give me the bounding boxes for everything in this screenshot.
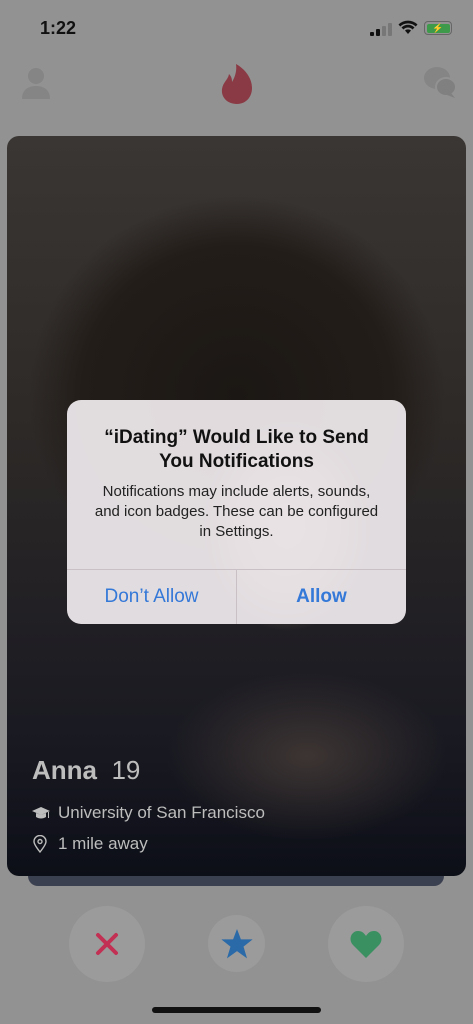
- profile-school: University of San Francisco: [58, 803, 265, 822]
- messages-icon[interactable]: [423, 66, 457, 100]
- profile-distance: 1 mile away: [58, 834, 148, 853]
- profile-name-age: Anna 19: [32, 755, 140, 786]
- status-time: 1:22: [40, 18, 77, 38]
- nope-button[interactable]: [69, 906, 145, 982]
- notification-permission-alert: “iDating” Would Like to Send You Notific…: [67, 400, 406, 624]
- dont-allow-button[interactable]: Don’t Allow: [67, 570, 236, 624]
- heart-icon: [350, 931, 382, 958]
- close-x-icon: [96, 933, 118, 955]
- profile-name: Anna: [32, 755, 97, 785]
- home-indicator[interactable]: [152, 1007, 321, 1013]
- graduation-cap-icon: [32, 807, 50, 819]
- cellular-signal-icon: [370, 23, 392, 36]
- wifi-icon: [398, 20, 418, 34]
- profile-age: 19: [111, 755, 141, 785]
- status-bar: 1:22 ⚡: [0, 0, 473, 56]
- profile-distance-row: 1 mile away: [32, 834, 148, 854]
- star-icon: [220, 928, 253, 958]
- alert-title: “iDating” Would Like to Send You Notific…: [104, 427, 369, 472]
- battery-charging-icon: ⚡: [424, 21, 452, 35]
- profile-school-row: University of San Francisco: [32, 803, 265, 823]
- alert-message: Notifications may include alerts, sounds…: [94, 483, 379, 540]
- flame-logo-icon[interactable]: [221, 64, 253, 104]
- super-like-button[interactable]: [208, 915, 265, 972]
- allow-button[interactable]: Allow: [236, 570, 406, 624]
- location-pin-icon: [33, 835, 47, 853]
- like-button[interactable]: [328, 906, 404, 982]
- profile-icon[interactable]: [21, 66, 51, 99]
